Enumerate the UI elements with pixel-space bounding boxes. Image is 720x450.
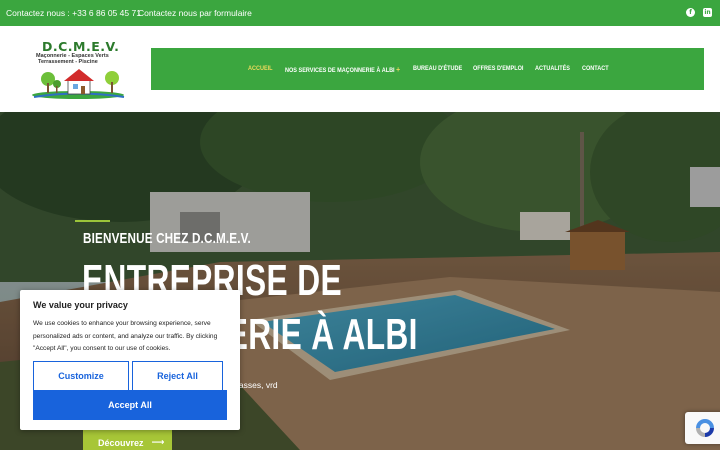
nav-item-services[interactable]: NOS SERVICES DE MAÇONNERIE À ALBI + (285, 65, 400, 74)
nav-item-contact[interactable]: CONTACT (582, 65, 609, 72)
cookie-text: We use cookies to enhance your browsing … (33, 320, 218, 352)
recaptcha-icon (696, 419, 714, 437)
site-header: D.C.M.E.V. Maçonnerie - Espaces Verts Te… (0, 26, 720, 112)
facebook-icon[interactable]: f (686, 8, 695, 17)
hero-welcome-text: BIENVENUE CHEZ D.C.M.E.V. (83, 230, 251, 247)
cookie-consent-banner: We value your privacy We use cookies to … (20, 290, 240, 430)
arrow-right-icon: ⟶ (151, 438, 165, 448)
linkedin-icon[interactable]: in (703, 8, 712, 17)
cookie-title: We value your privacy (33, 300, 128, 310)
phone-contact-link[interactable]: Contactez nous : +33 6 86 05 45 71 (6, 8, 141, 18)
main-navigation: ACCUEIL NOS SERVICES DE MAÇONNERIE À ALB… (151, 48, 704, 90)
decouvrez-button-label: Découvrez (98, 438, 144, 448)
logo-house-illustration (32, 69, 125, 99)
nav-item-accueil[interactable]: ACCUEIL (248, 65, 273, 72)
nav-item-bureau-etude[interactable]: BUREAU D'ÉTUDE (413, 65, 462, 72)
logo-title: D.C.M.E.V. (42, 39, 120, 54)
customize-button[interactable]: Customize (33, 361, 129, 391)
decouvrez-button[interactable]: Découvrez ⟶ (83, 430, 172, 450)
site-logo[interactable]: D.C.M.E.V. Maçonnerie - Espaces Verts Te… (28, 38, 128, 100)
nav-item-label: NOS SERVICES DE MAÇONNERIE À ALBI (285, 67, 395, 74)
top-bar: Contactez nous : +33 6 86 05 45 71 Conta… (0, 0, 720, 26)
hero-accent-line (75, 220, 110, 222)
plus-icon: + (396, 65, 401, 74)
nav-item-offres-emploi[interactable]: OFFRES D'EMPLOI (473, 65, 523, 72)
contact-form-link[interactable]: Contactez nous par formulaire (138, 8, 252, 18)
recaptcha-badge[interactable] (685, 412, 720, 444)
accept-all-button[interactable]: Accept All (33, 390, 227, 420)
reject-all-button[interactable]: Reject All (132, 361, 223, 391)
nav-item-actualites[interactable]: ACTUALITÉS (535, 65, 570, 72)
